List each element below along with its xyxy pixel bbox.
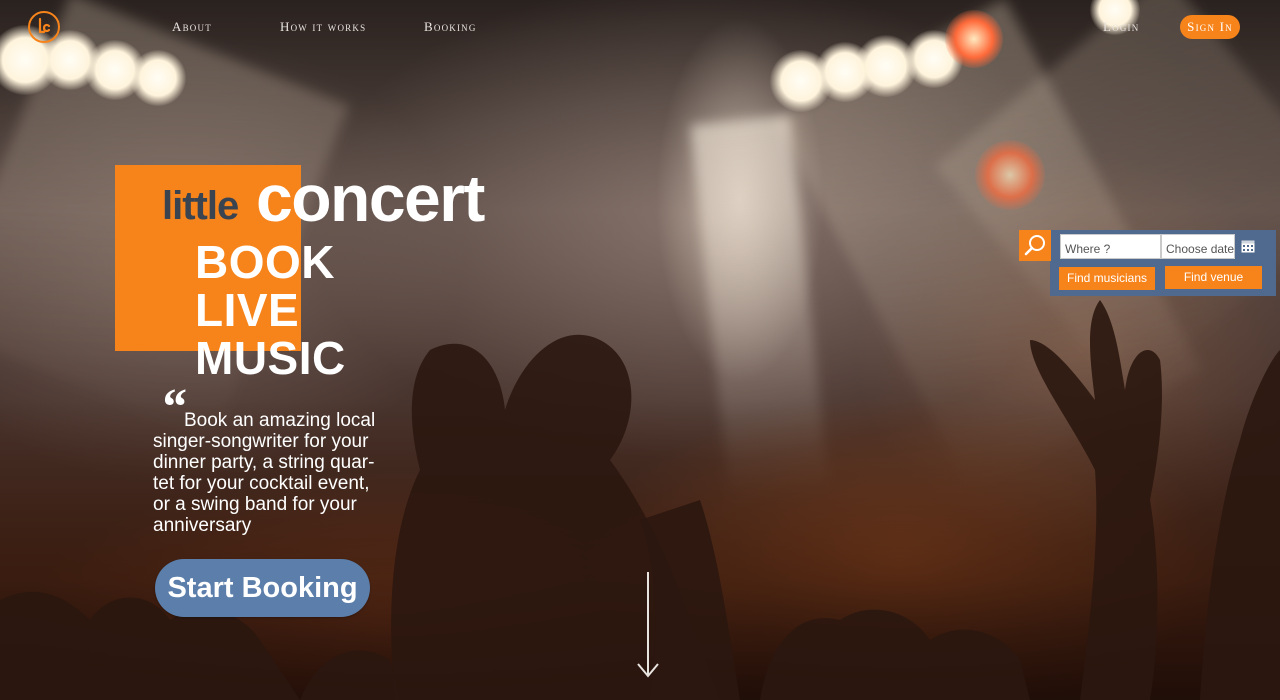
start-booking-button[interactable]: Start Booking — [155, 559, 370, 617]
headline-music: MUSIC — [195, 332, 346, 384]
find-musicians-button[interactable]: Find musicians — [1059, 267, 1155, 290]
brand-logo[interactable] — [28, 11, 60, 43]
login-link[interactable]: Login — [1103, 19, 1139, 35]
brand-wordmark-little: little — [162, 184, 239, 228]
calendar-button[interactable] — [1236, 234, 1260, 259]
find-venue-button[interactable]: Find venue — [1165, 266, 1262, 289]
arrow-down-icon[interactable] — [636, 572, 660, 685]
sign-in-button[interactable]: Sign In — [1180, 15, 1240, 39]
calendar-icon — [1241, 240, 1255, 253]
brand-wordmark-concert: concert — [256, 161, 485, 235]
search-icon — [1024, 235, 1045, 256]
hero-blurb: Book an amazing local singer-songwriter … — [153, 410, 403, 536]
headline-book: BOOK — [195, 236, 335, 288]
search-icon-button[interactable] — [1019, 230, 1051, 261]
blurb-line: or a swing band for your — [153, 494, 357, 515]
blurb-line: tet for your cocktail event, — [153, 473, 370, 494]
blurb-line: anniversary — [153, 515, 252, 536]
blurb-line: Book an amazing local — [184, 410, 376, 431]
date-input[interactable] — [1161, 234, 1235, 259]
where-input[interactable] — [1060, 234, 1161, 259]
lc-logo-icon — [38, 17, 51, 34]
nav-how-it-works[interactable]: How it works — [280, 19, 366, 35]
headline-live: LIVE — [195, 284, 300, 336]
nav-booking[interactable]: Booking — [424, 19, 477, 35]
blurb-line: dinner party, a string quar- — [153, 452, 375, 473]
blurb-line: singer-songwriter for your — [153, 431, 369, 452]
nav-about[interactable]: About — [172, 19, 212, 35]
